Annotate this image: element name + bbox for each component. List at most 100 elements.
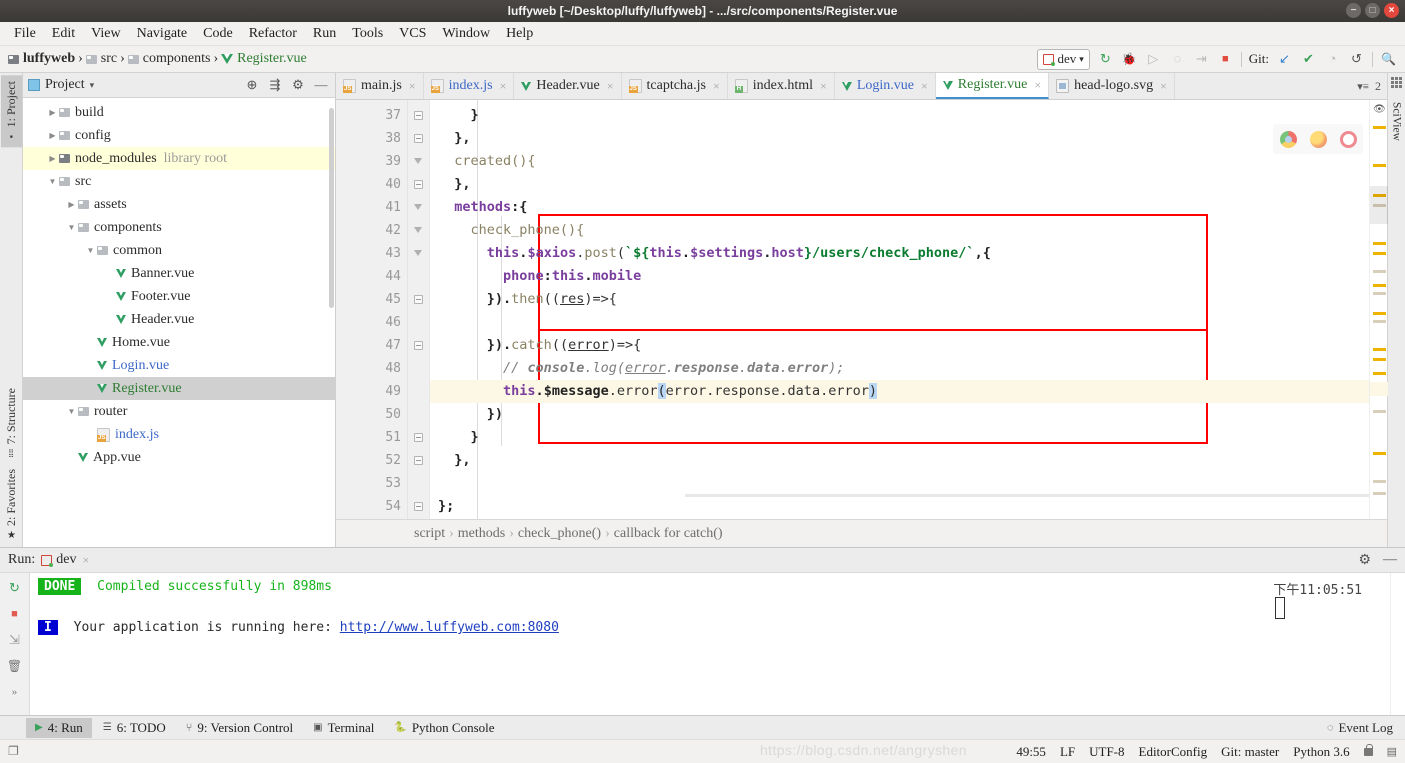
- marker-tick[interactable]: [1373, 164, 1386, 167]
- code-folding-gutter[interactable]: [408, 100, 430, 519]
- fold-marker[interactable]: [408, 150, 429, 173]
- marker-tick[interactable]: [1373, 292, 1386, 295]
- locate-file-icon[interactable]: ⊕: [243, 76, 261, 94]
- marker-tick[interactable]: [1373, 242, 1386, 245]
- git-rollback-button[interactable]: ↺: [1348, 51, 1365, 68]
- tree-item-login-vue[interactable]: Login.vue: [23, 354, 335, 377]
- hide-panel-icon[interactable]: —: [312, 76, 330, 94]
- fold-marker[interactable]: [408, 449, 429, 472]
- tree-item-config[interactable]: ▶ config: [23, 124, 335, 147]
- gear-icon[interactable]: ⚙: [289, 76, 307, 94]
- tree-item-router[interactable]: ▼ router: [23, 400, 335, 423]
- fold-marker[interactable]: [408, 495, 429, 518]
- run-console-output[interactable]: DONE Compiled successfully in 898ms I Yo…: [30, 573, 1390, 715]
- tab-terminal[interactable]: ▣ Terminal: [304, 718, 383, 738]
- run-console-scrollbar[interactable]: [1390, 573, 1405, 715]
- firefox-icon[interactable]: [1309, 130, 1327, 148]
- marker-tick[interactable]: [1373, 270, 1386, 273]
- expand-arrow-icon[interactable]: ▼: [65, 407, 78, 416]
- code-line[interactable]: }: [430, 104, 1369, 127]
- code-line[interactable]: check_phone(){: [430, 219, 1369, 242]
- gear-icon[interactable]: ⚙: [1358, 552, 1371, 569]
- run-button[interactable]: ↻: [1097, 51, 1114, 68]
- expand-arrow-icon[interactable]: ▼: [46, 177, 59, 186]
- fold-marker[interactable]: [408, 127, 429, 150]
- marker-tick[interactable]: [1373, 252, 1386, 255]
- menu-view[interactable]: View: [83, 24, 128, 44]
- fold-marker[interactable]: [408, 288, 429, 311]
- rerun-button[interactable]: ↻: [6, 579, 24, 597]
- run-coverage-button[interactable]: ▷: [1145, 51, 1162, 68]
- expand-arrow-icon[interactable]: ▼: [84, 246, 97, 255]
- run-configuration-selector[interactable]: dev ▾: [1037, 48, 1090, 70]
- menu-code[interactable]: Code: [195, 24, 241, 44]
- editor-tab-login-vue[interactable]: Login.vue ×: [835, 73, 936, 99]
- breadcrumb-file[interactable]: Register.vue: [221, 51, 307, 67]
- code-line[interactable]: // console.log(error.response.data.error…: [430, 357, 1369, 380]
- marker-tick[interactable]: [1373, 372, 1386, 375]
- expand-arrow-icon[interactable]: ▶: [46, 154, 59, 163]
- expand-arrow-icon[interactable]: ▶: [46, 108, 59, 117]
- marker-tick[interactable]: [1373, 284, 1386, 287]
- editor-tab-index-html[interactable]: index.html ×: [728, 73, 835, 99]
- memory-icon[interactable]: ▤: [1387, 745, 1397, 758]
- marker-tick[interactable]: [1373, 320, 1386, 323]
- tree-item-home-vue[interactable]: Home.vue: [23, 331, 335, 354]
- close-icon[interactable]: ×: [921, 79, 928, 94]
- code-line[interactable]: this.$message.error(error.response.data.…: [430, 380, 1369, 403]
- stop-button[interactable]: ■: [6, 605, 24, 623]
- git-branch-widget[interactable]: Git: master: [1221, 744, 1279, 760]
- minimize-button[interactable]: −: [1346, 3, 1361, 18]
- close-button[interactable]: ×: [1384, 3, 1399, 18]
- marker-tick[interactable]: [1373, 480, 1386, 483]
- breadcrumb-project[interactable]: luffyweb: [8, 51, 75, 67]
- code-breadcrumb-methods[interactable]: methods: [458, 526, 505, 542]
- stop-button[interactable]: ■: [1217, 51, 1234, 68]
- event-log-button[interactable]: ◌ Event Log: [1327, 720, 1405, 736]
- sidebar-item-favorites[interactable]: ★ 2: Favorites: [1, 463, 22, 547]
- code-line[interactable]: phone:this.mobile: [430, 265, 1369, 288]
- close-icon[interactable]: ×: [607, 79, 614, 94]
- expand-arrow-icon[interactable]: ▼: [65, 223, 78, 232]
- collapse-all-icon[interactable]: ⇶: [266, 76, 284, 94]
- editor-tab-header-vue[interactable]: Header.vue ×: [514, 73, 622, 99]
- tree-item-build[interactable]: ▶ build: [23, 101, 335, 124]
- chrome-icon[interactable]: [1279, 130, 1297, 148]
- fold-marker[interactable]: [408, 196, 429, 219]
- code-line[interactable]: [430, 311, 1369, 334]
- close-icon[interactable]: ×: [713, 79, 720, 94]
- fold-marker[interactable]: [408, 242, 429, 265]
- search-icon[interactable]: 🔍: [1380, 51, 1397, 68]
- editor-tab-head-logo-svg[interactable]: head-logo.svg ×: [1049, 73, 1175, 99]
- expand-arrow-icon[interactable]: ▶: [46, 131, 59, 140]
- chevron-down-icon[interactable]: ▾: [90, 80, 95, 91]
- tree-scrollbar[interactable]: [329, 108, 334, 308]
- code-line[interactable]: };: [430, 495, 1369, 518]
- tree-item-register-vue[interactable]: Register.vue: [23, 377, 335, 400]
- debug-button[interactable]: 🐞: [1121, 51, 1138, 68]
- tab-todo[interactable]: ☰ 6: TODO: [94, 718, 175, 738]
- tab-version-control[interactable]: ⑂ 9: Version Control: [177, 718, 302, 738]
- caret-position[interactable]: 49:55: [1016, 744, 1046, 760]
- close-icon[interactable]: ×: [82, 553, 89, 568]
- maximize-button[interactable]: □: [1365, 3, 1380, 18]
- tab-python-console[interactable]: 🐍 Python Console: [385, 718, 503, 738]
- menu-refactor[interactable]: Refactor: [241, 24, 305, 44]
- code-editor[interactable]: } }, created(){ }, methods:{ check_phone…: [430, 100, 1369, 519]
- menu-navigate[interactable]: Navigate: [129, 24, 196, 44]
- editorconfig-status[interactable]: EditorConfig: [1139, 744, 1208, 760]
- marker-tick[interactable]: [1373, 312, 1386, 315]
- code-line[interactable]: }): [430, 403, 1369, 426]
- fold-marker[interactable]: [408, 104, 429, 127]
- step-button[interactable]: ⇥: [1193, 51, 1210, 68]
- code-breadcrumb-callback[interactable]: callback for catch(): [614, 526, 723, 542]
- sidebar-item-sciview[interactable]: SciView: [1391, 102, 1403, 141]
- code-breadcrumb-script[interactable]: script: [414, 526, 445, 542]
- scrollbar-thumb[interactable]: [1370, 186, 1388, 224]
- run-panel-config-tab[interactable]: dev: [41, 552, 76, 568]
- code-line[interactable]: },: [430, 173, 1369, 196]
- fold-marker[interactable]: [408, 219, 429, 242]
- project-tree[interactable]: ▶ build ▶ config ▶ node_modules library root ▼ s…: [23, 98, 335, 547]
- lock-icon[interactable]: [1363, 743, 1373, 756]
- eye-icon[interactable]: 👁: [1373, 104, 1386, 115]
